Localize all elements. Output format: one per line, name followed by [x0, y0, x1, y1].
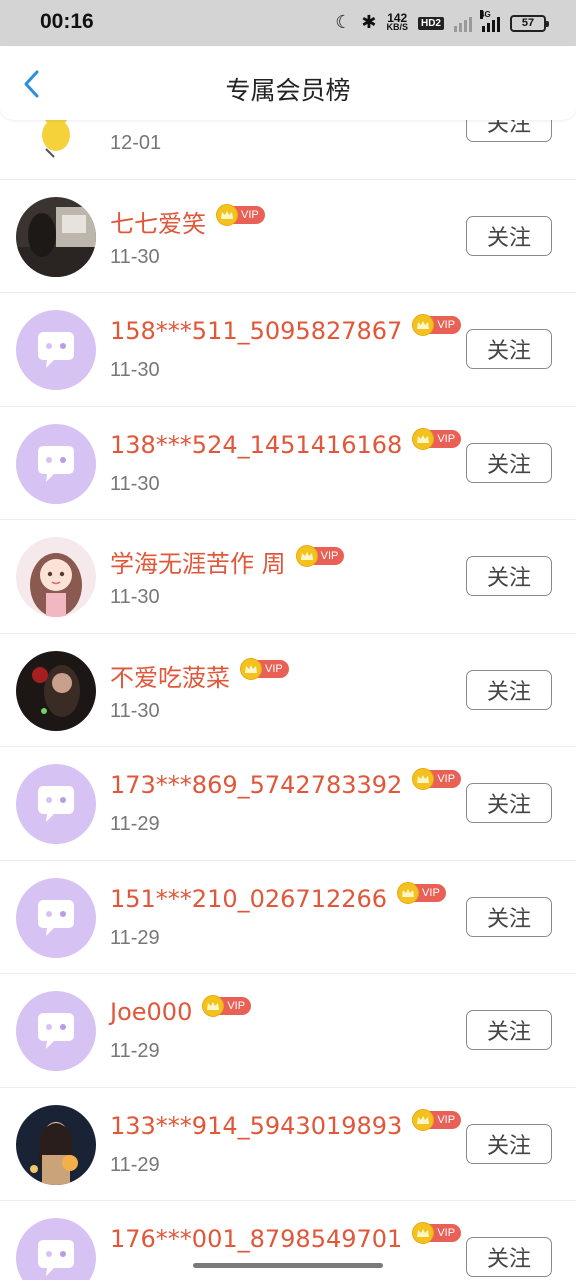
crown-icon [240, 658, 262, 680]
vip-badge: VIP [412, 427, 462, 450]
name-line: 138***524_1451416168 VIP [110, 427, 462, 459]
vip-badge: VIP [216, 204, 265, 226]
avatar[interactable] [16, 991, 96, 1071]
vip-badge: VIP [202, 995, 252, 1017]
member-name[interactable]: 133***914_5943019893 [110, 1112, 402, 1140]
follow-button[interactable]: 关注 [466, 783, 552, 823]
signal-icon-sim1 [454, 14, 472, 32]
vip-badge: VIP [295, 544, 345, 567]
avatar[interactable] [16, 1218, 96, 1280]
member-name[interactable]: 173***869_5742783392 [110, 771, 402, 799]
crown-icon [216, 204, 238, 226]
vip-badge: VIP [240, 658, 289, 680]
status-time: 00:16 [40, 10, 94, 33]
name-line: 不爱吃菠菜 VIP [110, 658, 289, 693]
list-item[interactable]: Joe000 VIP 11-29 关注 [0, 974, 576, 1088]
name-line: 151***210_026712266 VIP [110, 881, 446, 913]
name-line: 176***001_8798549701 VIP [110, 1222, 462, 1253]
member-name[interactable]: 七七爱笑 [110, 204, 206, 239]
vip-badge: VIP [412, 1222, 462, 1244]
name-line: 133***914_5943019893 VIP [110, 1108, 462, 1140]
list-item[interactable]: 七七爱笑 VIP 11-30 关注 [0, 179, 576, 293]
member-date: 11-29 [110, 926, 160, 949]
name-line: 七七爱笑 VIP [110, 204, 265, 239]
member-date: 11-29 [110, 1153, 160, 1176]
vip-badge: VIP [412, 314, 462, 336]
list-item[interactable]: 学海无涯苦作 周 VIP 11-30 关注 [0, 520, 576, 634]
member-name[interactable]: 158***511_5095827867 [110, 317, 402, 345]
battery-level: 57 [521, 17, 535, 29]
battery-icon: 57 [510, 14, 549, 32]
page-title: 专属会员榜 [225, 76, 351, 105]
avatar[interactable] [16, 764, 96, 844]
follow-button[interactable]: 关注 [466, 215, 552, 256]
avatar[interactable] [16, 196, 96, 277]
crown-icon [295, 544, 318, 567]
moon-icon: ☾ [335, 12, 352, 33]
network-type-label: 4G [480, 10, 491, 19]
home-indicator[interactable] [193, 1263, 383, 1268]
header: 专属会员榜 [0, 46, 576, 120]
avatar[interactable] [16, 650, 96, 731]
status-bar: 00:16 ☾ ✱ 142 KB/S HD2 4G 57 [0, 0, 576, 46]
bluetooth-icon: ✱ [361, 12, 377, 33]
avatar[interactable] [16, 423, 96, 504]
follow-button[interactable]: 关注 [466, 442, 552, 483]
list-item[interactable]: 133***914_5943019893 VIP 11-29 关注 [0, 1087, 576, 1201]
list-item[interactable]: 158***511_5095827867 VIP 11-30 关注 [0, 293, 576, 407]
list-item[interactable]: 138***524_1451416168 VIP 11-30 关注 [0, 406, 576, 520]
signal-icon-4g: 4G [480, 10, 500, 32]
avatar[interactable] [16, 1104, 96, 1185]
avatar[interactable] [16, 877, 96, 958]
follow-button[interactable]: 关注 [466, 329, 552, 369]
name-line: Joe000 VIP [110, 995, 252, 1026]
vip-badge: VIP [397, 881, 446, 904]
member-date: 12-01 [110, 132, 162, 154]
avatar[interactable] [16, 537, 96, 617]
list-item[interactable]: 不爱吃菠菜 VIP 11-30 关注 [0, 633, 576, 747]
member-list: 12-01 关注 七七爱笑 VIP 11-30 关注 158***511_509582786… [0, 66, 576, 1280]
crown-icon [412, 1108, 435, 1131]
list-item[interactable]: 151***210_026712266 VIP 11-29 关注 [0, 860, 576, 974]
name-line: 158***511_5095827867 VIP [110, 314, 462, 345]
member-name[interactable]: 151***210_026712266 [110, 885, 387, 913]
follow-button[interactable]: 关注 [466, 1237, 552, 1277]
follow-button[interactable]: 关注 [466, 556, 552, 596]
member-name[interactable]: 176***001_8798549701 [110, 1225, 402, 1253]
member-date: 11-30 [110, 699, 160, 722]
follow-button[interactable]: 关注 [466, 669, 552, 710]
member-name[interactable]: Joe000 [110, 998, 192, 1026]
member-date: 11-30 [110, 472, 160, 495]
status-icons: ☾ ✱ 142 KB/S HD2 4G 57 [335, 10, 549, 36]
member-date: 11-30 [110, 245, 160, 268]
member-name[interactable]: 学海无涯苦作 周 [110, 544, 286, 579]
follow-button[interactable]: 关注 [466, 1123, 552, 1164]
member-date: 11-29 [110, 813, 160, 835]
crown-icon [397, 881, 420, 904]
name-line: 学海无涯苦作 周 VIP [110, 544, 345, 579]
member-date: 11-30 [110, 359, 160, 381]
crown-icon [412, 427, 435, 450]
hd-icon: HD2 [417, 16, 444, 30]
member-date: 11-30 [110, 586, 160, 608]
member-name[interactable]: 不爱吃菠菜 [110, 658, 230, 693]
list-item[interactable]: 173***869_5742783392 VIP 11-29 关注 [0, 747, 576, 861]
list-item[interactable]: 176***001_8798549701 VIP 关注 [0, 1201, 576, 1280]
net-speed-unit: KB/S [386, 22, 408, 32]
vip-badge: VIP [412, 768, 462, 790]
net-speed: 142 KB/S [386, 12, 408, 32]
member-date: 11-29 [110, 1040, 160, 1062]
name-line: 173***869_5742783392 VIP [110, 768, 462, 799]
vip-badge: VIP [412, 1108, 462, 1131]
avatar[interactable] [16, 310, 96, 390]
follow-button[interactable]: 关注 [466, 896, 552, 937]
member-name[interactable]: 138***524_1451416168 [110, 431, 402, 459]
follow-button[interactable]: 关注 [466, 1010, 552, 1050]
